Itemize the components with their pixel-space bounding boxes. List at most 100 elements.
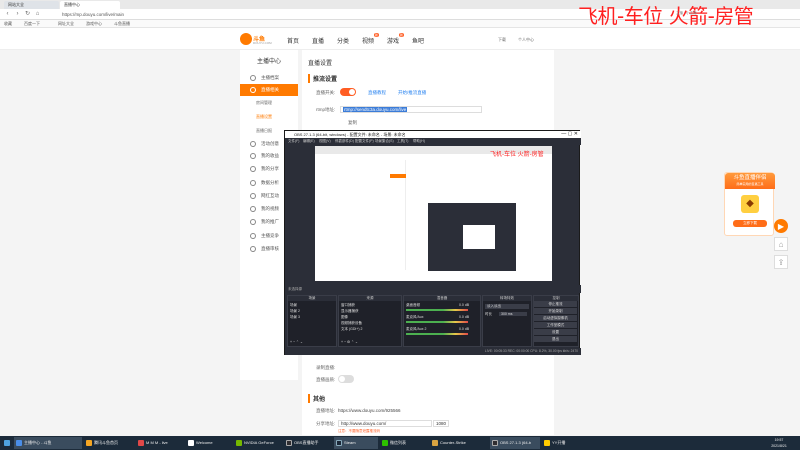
rtmp-label: rtmp地址: — [316, 107, 336, 112]
obs-window[interactable]: OBS 27.1.3 (64-bit, windows) - 配置文件: 未命名… — [284, 130, 581, 355]
promo-download-button[interactable]: 立即下载 — [733, 220, 767, 227]
warning-note: 注意：不要随意泄露推流码 — [338, 429, 380, 433]
studio-mode-button[interactable]: 工作室模式 — [534, 322, 577, 328]
transition-select[interactable]: 淡入淡出 — [485, 304, 529, 309]
duration-field[interactable]: 300 ms — [499, 312, 527, 316]
mixer-track: 桌面音频 — [406, 303, 420, 307]
sidebar-sub-room[interactable]: 房间管理 — [256, 100, 272, 106]
taskbar-item[interactable]: YY开播 — [542, 437, 582, 449]
sidebar-item-profile[interactable]: 主播档案 — [240, 72, 298, 84]
share-url-field[interactable]: http://www.douyu.com/ — [338, 420, 432, 427]
nav-game[interactable]: 游戏 新 — [387, 33, 405, 45]
sidebar-item-live[interactable]: 直播相关 — [240, 84, 298, 96]
promo-card[interactable]: 斗鱼直播伴侣 简单实用的直播工具 ◆ 立即下载 — [724, 172, 775, 236]
windows-start-icon[interactable] — [2, 437, 12, 449]
taskbar-item[interactable]: 主播中心 - 斗鱼 — [14, 437, 82, 449]
promo-icon — [250, 219, 256, 225]
stop-stream-button[interactable]: 停止推流 — [534, 301, 577, 307]
source-item[interactable]: 窗口捕获 — [341, 303, 355, 308]
system-clock[interactable]: 19:57 2021/8/21 — [760, 437, 798, 449]
taskbar-item[interactable]: 微信列表 — [380, 437, 428, 449]
taskbar-item[interactable]: OBS 27.1.3 (64-b — [490, 437, 540, 449]
taskbar-item[interactable]: M M M - live — [136, 437, 184, 449]
bookmark-item[interactable]: 斗鱼直播 — [114, 21, 130, 27]
taskbar-item[interactable]: OBS直播助手 — [284, 437, 332, 449]
obs-menu-item[interactable]: 视图(V) — [319, 138, 331, 145]
bookmark-item[interactable]: 百度一下 — [24, 21, 40, 27]
scene-controls-icon[interactable]: + − ⌃ ⌄ — [290, 340, 303, 344]
browser-tab-active[interactable]: 直播中心 — [60, 1, 120, 9]
start-stream-link[interactable]: 开始/推流直播 — [398, 90, 426, 96]
taskbar-item[interactable]: Welcome — [186, 437, 232, 449]
bookmark-item[interactable]: 网址大全 — [58, 21, 74, 27]
exit-button[interactable]: 退出 — [534, 336, 577, 342]
nav-video[interactable]: 视频 新 — [362, 33, 380, 45]
obs-menu-item[interactable]: 帮助(H) — [413, 138, 425, 145]
nav-category[interactable]: 分类 — [337, 36, 349, 45]
mixer-level: 0.0 dB — [459, 315, 470, 319]
sidebar-item-label: 我的收益 — [261, 153, 279, 158]
share-icon — [250, 166, 256, 172]
scene-item[interactable]: 场景 — [290, 303, 297, 308]
sidebar-sub-settings[interactable]: 直播设置 — [256, 114, 272, 120]
sidebar-item-label: 我的视频 — [261, 206, 279, 211]
nav-live[interactable]: 直播 — [312, 36, 324, 45]
nav-home[interactable]: 首页 — [287, 36, 299, 45]
source-controls-icon[interactable]: + − ⚙ ⌃ ⌄ — [341, 340, 358, 344]
sidebar-sub-daily[interactable]: 直播日报 — [256, 128, 272, 134]
refresh-icon[interactable]: ↻ — [24, 11, 31, 18]
room-url-value[interactable]: https://www.douyu.com/925566 — [338, 408, 401, 413]
obs-statusbar: LIVE: 00:05:33 REC: 00:00:00 CPU: 8.2%, … — [285, 348, 581, 355]
copy-button[interactable]: 复制 — [348, 120, 357, 126]
home-float-icon[interactable]: ⌂ — [774, 237, 788, 251]
profile-icon — [250, 75, 256, 81]
scene-item[interactable]: 场景 2 — [290, 309, 300, 314]
obs-preview[interactable]: 飞机-车位 火箭-房管 — [315, 146, 552, 281]
obs-menu-item[interactable]: 编辑(E) — [303, 138, 315, 145]
source-item[interactable]: 视频捕获设备 — [341, 321, 362, 326]
source-item[interactable]: 图像 — [341, 315, 348, 320]
share-float-icon[interactable]: ⇪ — [774, 255, 788, 269]
home-icon[interactable]: ⌂ — [34, 11, 41, 18]
obs-menu-item[interactable]: 停靠部件(D) — [335, 138, 354, 145]
start-record-button[interactable]: 开始录制 — [534, 308, 577, 314]
obs-menu-item[interactable]: 文件(F) — [288, 138, 299, 145]
url-field[interactable]: https://mp.douyu.com/live/main — [62, 11, 602, 18]
taskbar-item[interactable]: Steam — [334, 437, 378, 449]
user-menu[interactable]: 个人中心 — [518, 37, 534, 43]
tab-title: 直播中心 — [64, 2, 80, 7]
bookmark-item[interactable]: 游戏中心 — [86, 21, 102, 27]
chart-icon — [250, 180, 256, 186]
settings-button[interactable]: 设置 — [534, 329, 577, 335]
rtmp-field[interactable]: rtmp://sendtc3a.douyu.com/live — [340, 106, 482, 113]
scene-item[interactable]: 场景 3 — [290, 315, 300, 320]
back-icon[interactable]: ‹ — [4, 11, 11, 18]
source-item[interactable]: 显示器捕获 — [341, 309, 359, 314]
quality-dropdown[interactable]: 1080 — [433, 420, 449, 427]
window-controls-icon[interactable]: — ▢ ✕ — [561, 131, 578, 138]
preview-active-item — [390, 174, 406, 178]
live-float-icon[interactable]: ▶ — [774, 219, 788, 233]
bookmark-item[interactable]: 收藏 — [4, 21, 12, 27]
obs-menu-item[interactable]: 配置文件(P) — [355, 138, 374, 145]
tutorial-link[interactable]: 直播教程 — [368, 90, 386, 96]
source-item[interactable]: 文本 (GDI+) 2 — [341, 327, 363, 332]
overlay-subtext: 主播 · 小主播 — [676, 11, 697, 15]
mixer-level: 0.0 dB — [459, 303, 470, 307]
taskbar-item[interactable]: 腾讯斗鱼首页 — [84, 437, 134, 449]
taskbar-item[interactable]: Counter-Strike — [430, 437, 488, 449]
taskbar-label: Counter-Strike — [440, 440, 466, 445]
quality-toggle[interactable] — [338, 375, 354, 383]
obs-menu-item[interactable]: 场景集合(S) — [375, 138, 394, 145]
taskbar-label: Welcome — [196, 440, 213, 445]
download-link[interactable]: 下载 — [498, 37, 506, 43]
nav-fishbar[interactable]: 鱼吧 — [412, 36, 424, 45]
site-logo[interactable]: 斗鱼 DOUYU.COM — [240, 33, 272, 45]
yy-icon — [544, 440, 550, 446]
obs-menu-item[interactable]: 工具(T) — [397, 138, 408, 145]
live-switch-toggle[interactable] — [340, 88, 356, 96]
forward-icon[interactable]: › — [14, 11, 21, 18]
browser-tab[interactable]: 网站大全 — [4, 1, 59, 9]
taskbar-item[interactable]: NVIDIA GeForce — [234, 437, 282, 449]
virtual-cam-button[interactable]: 启动虚拟摄像机 — [534, 315, 577, 321]
